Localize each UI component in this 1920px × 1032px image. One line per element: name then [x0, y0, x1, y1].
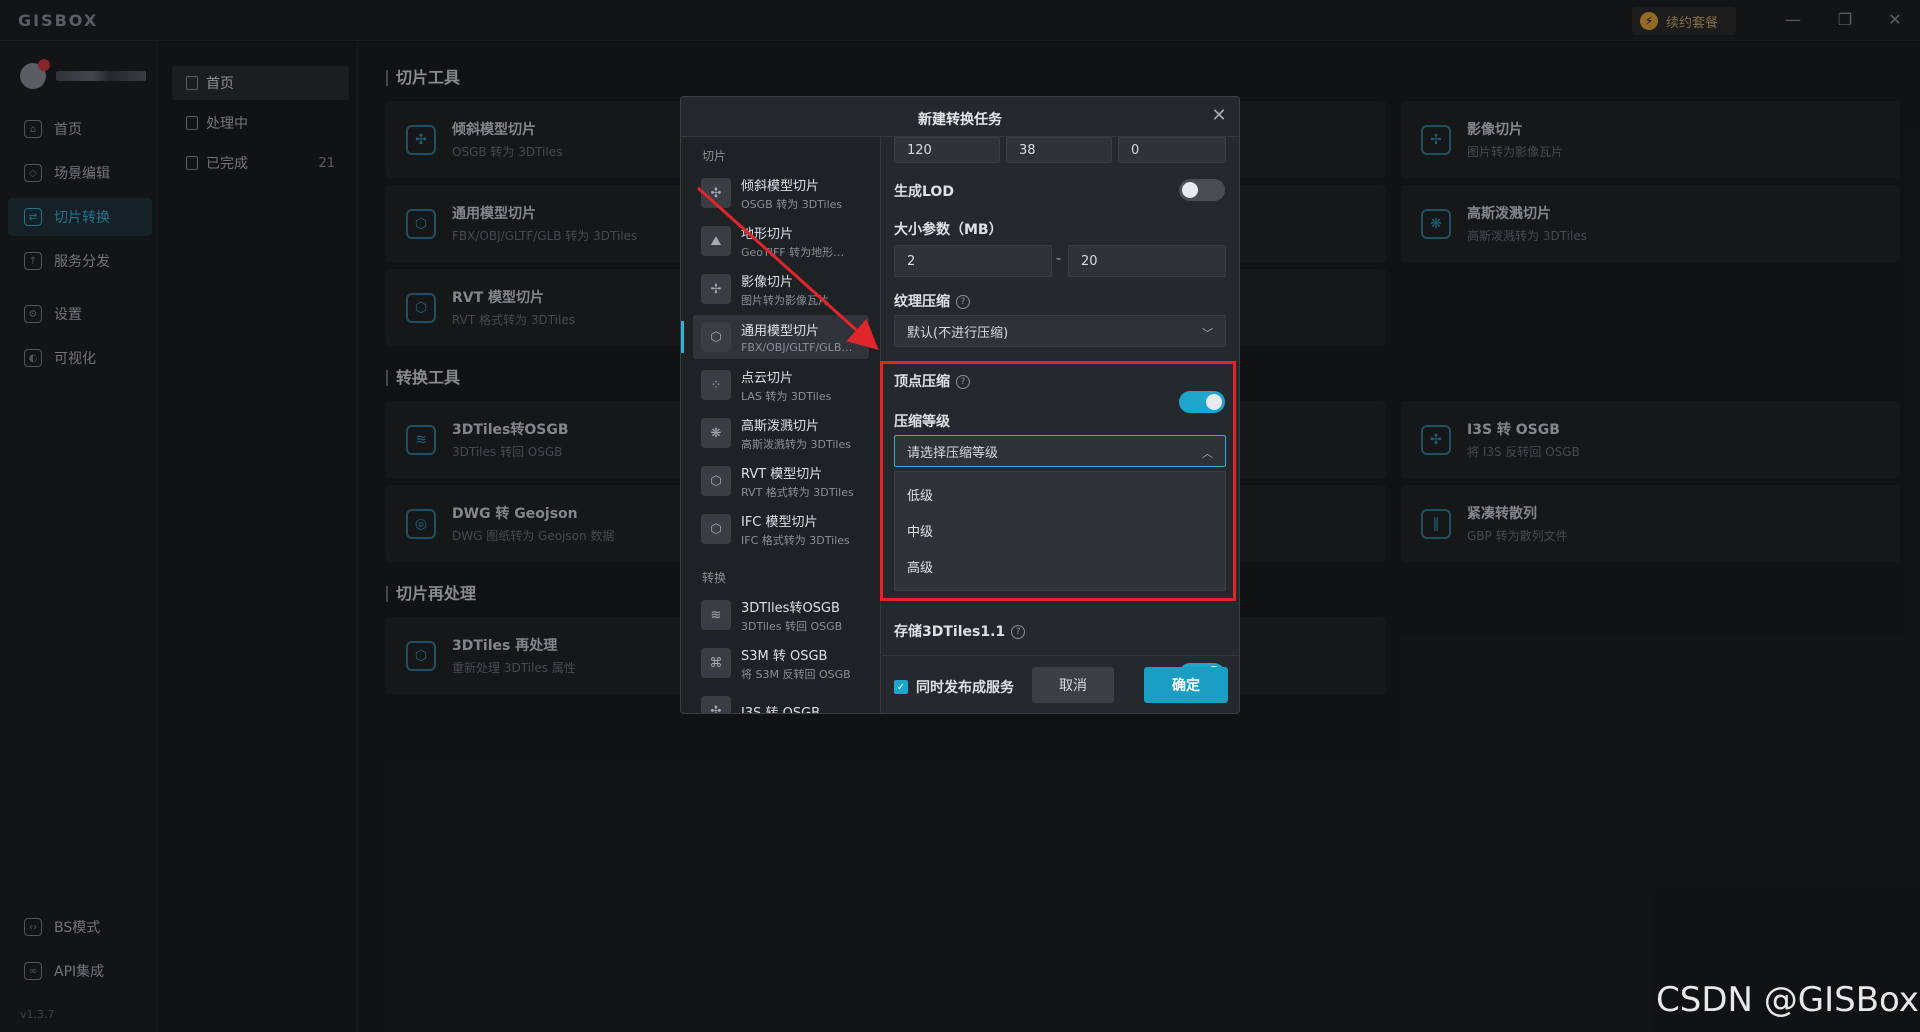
new-task-modal: 新建转换任务 ✕ 切片 ✣ 倾斜模型切片 OSGB 转为 3DTiles ⛰ 地形… — [680, 96, 1240, 714]
s3m-icon: ⌘ — [701, 648, 731, 678]
footer-divider — [882, 655, 1239, 656]
task-item-title: 通用模型切片 — [741, 324, 820, 339]
task-item-title: 点云切片 — [741, 370, 794, 386]
chevron-down-icon: ﹀ — [1202, 327, 1213, 340]
toggle-knob — [1182, 182, 1198, 198]
lod-label: 生成LOD — [894, 184, 954, 200]
cancel-button[interactable]: 取消 — [1032, 667, 1114, 703]
task-item-title: 3DTIles转OSGB — [741, 600, 840, 616]
confirm-button[interactable]: 确定 — [1144, 667, 1228, 703]
task-item-general-model[interactable]: ⬡ 通用模型切片 FBX/OBJ/GLTF/GLB… — [693, 315, 869, 359]
texture-compress-select[interactable]: 默认(不进行压缩) ﹀ — [894, 315, 1226, 347]
task-item-i3s-osgb[interactable]: ✣ I3S 转 OSGB — [693, 689, 869, 714]
check-icon: ✓ — [894, 680, 908, 694]
cube-icon: ⬡ — [701, 322, 731, 352]
task-item-title: RVT 模型切片 — [741, 466, 823, 482]
help-icon[interactable]: ? — [956, 295, 970, 309]
coord-y-input[interactable]: 38 — [1006, 137, 1112, 163]
task-item-sub: LAS 转为 3DTiles — [741, 389, 832, 403]
pointcloud-icon: ⁘ — [701, 370, 731, 400]
active-indicator — [681, 321, 684, 353]
task-item-sub: OSGB 转为 3DTiles — [741, 197, 843, 211]
size-min-input[interactable]: 2 — [894, 245, 1052, 277]
task-type-list: 切片 ✣ 倾斜模型切片 OSGB 转为 3DTiles ⛰ 地形切片 GeoTIFF… — [681, 137, 881, 714]
satellite-icon: ✢ — [701, 274, 731, 304]
lod-toggle[interactable] — [1179, 179, 1225, 201]
modal-title: 新建转换任务 — [918, 112, 1002, 128]
task-item-sub: FBX/OBJ/GLTF/GLB… — [741, 341, 853, 354]
help-icon[interactable]: ? — [1011, 625, 1026, 639]
group-label-slice: 切片 — [702, 149, 727, 163]
group-label-convert: 转换 — [702, 571, 727, 585]
task-item-sub: 图片转为影像瓦片 — [741, 293, 829, 307]
drone-icon: ✣ — [701, 178, 731, 208]
cube-icon: ⬡ — [701, 514, 731, 544]
close-icon[interactable]: ✕ — [1208, 105, 1230, 127]
task-item-sub: 高斯泼溅转为 3DTiles — [741, 437, 851, 451]
task-item-3dtiles-osgb[interactable]: ≋ 3DTIles转OSGB 3DTiles 转回 OSGB — [693, 593, 869, 637]
coord-x-input[interactable]: 120 — [894, 137, 1000, 163]
task-item-title: 地形切片 — [741, 226, 794, 242]
texture-compress-text: 纹理压缩 — [894, 294, 950, 310]
task-item-sub: RVT 格式转为 3DTiles — [741, 485, 854, 499]
i3s-icon: ✣ — [701, 696, 731, 713]
task-item-sub: 将 S3M 反转回 OSGB — [741, 667, 851, 681]
store-3dtiles-label: 存储3DTiles1.1? — [894, 621, 1026, 641]
coord-z-input[interactable]: 0 — [1118, 137, 1226, 163]
gaussian-icon: ❋ — [701, 418, 731, 448]
store-3dtiles-text: 存储3DTiles1.1 — [894, 624, 1006, 640]
task-item-sub: IFC 格式转为 3DTiles — [741, 533, 850, 547]
publish-service-checkbox[interactable]: ✓ 同时发布成服务 — [894, 677, 1014, 697]
task-item-title: IFC 模型切片 — [741, 514, 818, 530]
cube-icon: ⬡ — [701, 466, 731, 496]
publish-service-label: 同时发布成服务 — [916, 680, 1014, 696]
task-item-title: I3S 转 OSGB — [741, 705, 821, 714]
texture-compress-value: 默认(不进行压缩) — [907, 325, 1009, 341]
task-item-ifc[interactable]: ⬡ IFC 模型切片 IFC 格式转为 3DTiles — [693, 507, 869, 551]
annotation-highlight-box — [880, 361, 1236, 601]
task-item-gaussian[interactable]: ❋ 高斯泼溅切片高斯泼溅转为 3DTiles — [693, 411, 869, 455]
task-item-sub: GeoTIFF 转为地形… — [741, 245, 845, 259]
task-item-title: S3M 转 OSGB — [741, 648, 828, 664]
task-item-rvt[interactable]: ⬡ RVT 模型切片 RVT 格式转为 3DTiles — [693, 459, 869, 503]
watermark: CSDN @GISBox — [1656, 980, 1919, 1020]
size-label: 大小参数（MB） — [894, 222, 1003, 238]
layers-icon: ≋ — [701, 600, 731, 630]
task-item-terrain[interactable]: ⛰ 地形切片 GeoTIFF 转为地形… — [693, 219, 869, 263]
task-item-pointcloud[interactable]: ⁘ 点云切片 LAS 转为 3DTiles — [693, 363, 869, 407]
task-item-s3m-osgb[interactable]: ⌘ S3M 转 OSGB 将 S3M 反转回 OSGB — [693, 641, 869, 685]
task-item-image[interactable]: ✢ 影像切片图片转为影像瓦片 — [693, 267, 869, 311]
mountain-icon: ⛰ — [701, 226, 731, 256]
size-separator: - — [1056, 251, 1062, 267]
task-item-oblique[interactable]: ✣ 倾斜模型切片 OSGB 转为 3DTiles — [693, 171, 869, 215]
size-max-input[interactable]: 20 — [1068, 245, 1226, 277]
task-item-sub: 3DTiles 转回 OSGB — [741, 619, 843, 633]
texture-compress-label: 纹理压缩? — [894, 291, 970, 311]
task-item-title: 倾斜模型切片 — [741, 178, 820, 194]
task-item-title: 影像切片 — [741, 274, 794, 290]
task-item-title: 高斯泼溅切片 — [741, 418, 820, 434]
